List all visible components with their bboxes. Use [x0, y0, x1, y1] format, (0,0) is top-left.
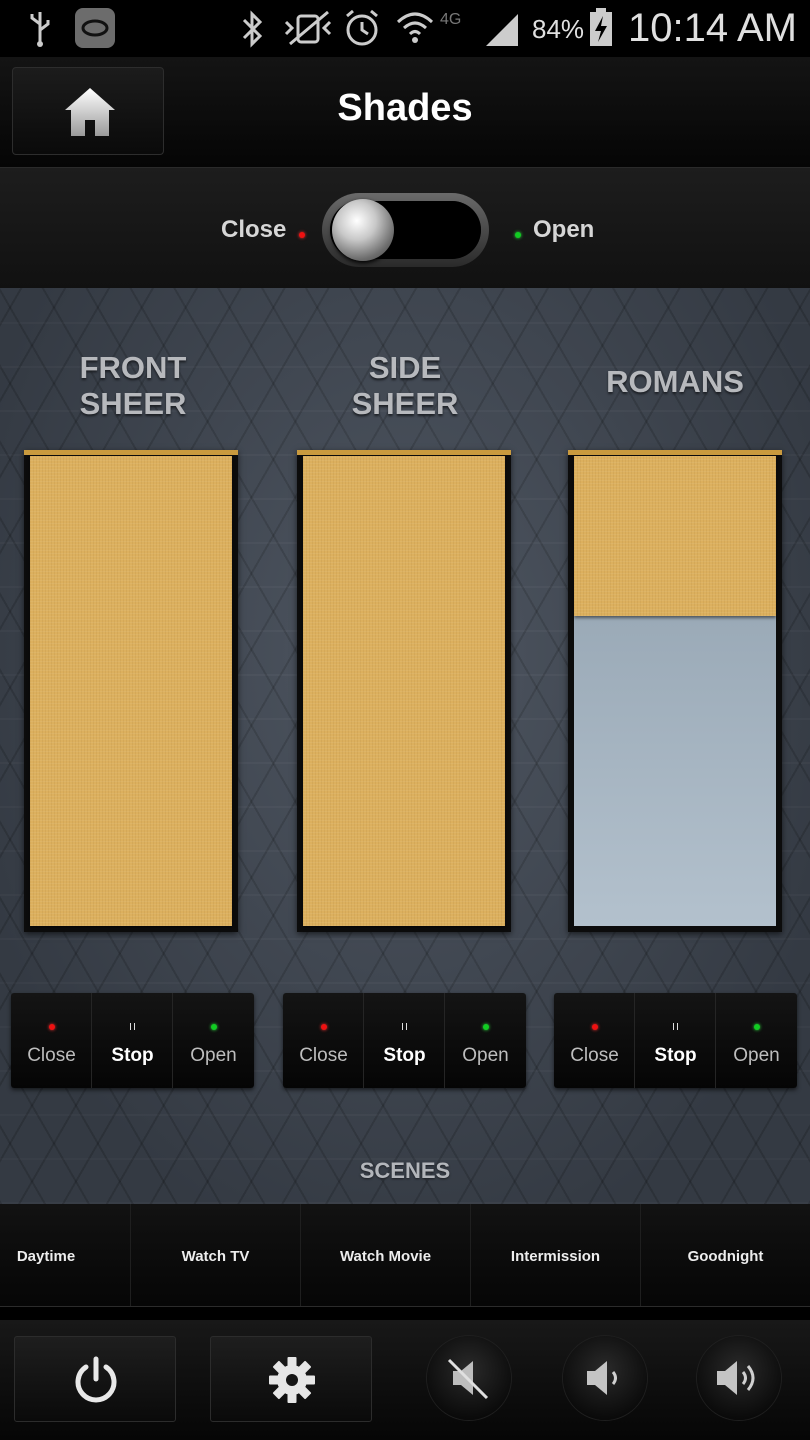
scene-button-watch-movie[interactable]: Watch Movie — [301, 1204, 471, 1306]
open-button[interactable]: Open — [716, 993, 797, 1088]
power-button[interactable] — [14, 1336, 176, 1422]
scenes-bar: Daytime Watch TV Watch Movie Intermissio… — [0, 1204, 810, 1307]
close-indicator — [591, 1024, 598, 1030]
home-icon — [65, 88, 115, 136]
shade-title-side-sheer: SIDE SHEER — [351, 350, 459, 421]
scene-button-daytime[interactable]: Daytime — [0, 1204, 131, 1306]
master-close-label: Close — [221, 216, 287, 243]
shade-title-front-sheer: FRONT SHEER — [79, 350, 187, 421]
settings-button[interactable] — [210, 1336, 372, 1422]
stop-label: Stop — [111, 1045, 154, 1066]
volume-up-button[interactable] — [697, 1336, 781, 1420]
stop-label: Stop — [383, 1045, 426, 1066]
scene-button-intermission[interactable]: Intermission — [471, 1204, 641, 1306]
close-indicator — [320, 1024, 327, 1030]
pause-icon — [130, 1023, 135, 1030]
usb-icon — [30, 12, 50, 47]
close-indicator — [48, 1024, 55, 1030]
scene-button-watch-tv[interactable]: Watch TV — [131, 1204, 301, 1306]
scene-label: Daytime — [16, 1248, 76, 1265]
open-label: Open — [733, 1045, 780, 1066]
shade-rail — [568, 450, 782, 455]
open-label: Open — [190, 1045, 237, 1066]
open-indicator — [482, 1024, 489, 1030]
pause-icon — [673, 1023, 678, 1030]
close-label: Close — [570, 1045, 619, 1066]
app-header: Shades — [0, 57, 810, 168]
status-bar: 4G 84% 10:14 AM — [0, 0, 810, 57]
shade-fabric[interactable] — [303, 456, 505, 926]
scene-button-goodnight[interactable]: Goodnight — [641, 1204, 810, 1306]
stop-button[interactable]: Stop — [364, 993, 445, 1088]
scene-label: Watch Movie — [339, 1248, 432, 1265]
open-indicator — [753, 1024, 760, 1030]
volume-down-button[interactable] — [563, 1336, 647, 1420]
master-open-close-toggle[interactable] — [322, 193, 489, 267]
toggle-knob[interactable] — [332, 199, 394, 261]
wifi-icon — [396, 12, 434, 43]
open-indicator — [210, 1024, 217, 1030]
shade-rail — [297, 450, 511, 455]
pause-icon — [402, 1023, 407, 1030]
volume-up-icon — [717, 1361, 755, 1395]
stop-label: Stop — [654, 1045, 697, 1066]
master-close-indicator — [299, 232, 305, 238]
stop-button[interactable]: Stop — [635, 993, 716, 1088]
shade-romans[interactable] — [568, 450, 782, 932]
mute-button[interactable] — [427, 1336, 511, 1420]
signal-4g-icon: 4G — [440, 11, 518, 46]
home-button[interactable] — [12, 67, 164, 155]
alarm-icon — [346, 9, 378, 46]
footer-bar — [0, 1320, 810, 1440]
close-button[interactable]: Close — [11, 993, 92, 1088]
battery-charging-icon — [590, 8, 612, 46]
bluetooth-icon — [242, 10, 263, 48]
master-open-indicator — [515, 232, 521, 238]
stop-button[interactable]: Stop — [92, 993, 173, 1088]
app-notification-icon — [75, 8, 115, 48]
shade-rail — [24, 450, 238, 455]
gear-icon — [269, 1357, 315, 1403]
svg-text:4G: 4G — [440, 11, 461, 28]
power-icon — [75, 1356, 117, 1403]
vibrate-mute-icon — [284, 10, 332, 46]
open-label: Open — [462, 1045, 509, 1066]
scenes-heading: SCENES — [359, 1158, 451, 1183]
scene-label: Intermission — [510, 1248, 601, 1265]
shade-fabric[interactable] — [574, 456, 776, 616]
mute-icon — [447, 1358, 489, 1400]
shade-controls-side-sheer: Close Stop Open — [283, 993, 526, 1088]
scene-label: Watch TV — [181, 1248, 250, 1265]
battery-percent: 84% — [532, 14, 585, 44]
master-open-label: Open — [533, 216, 595, 243]
clock: 10:14 AM — [628, 6, 798, 50]
close-button[interactable]: Close — [554, 993, 635, 1088]
shades-panel: FRONT SHEER SIDE SHEER ROMANS Close Stop… — [0, 288, 810, 1204]
close-label: Close — [299, 1045, 348, 1066]
open-button[interactable]: Open — [173, 993, 254, 1088]
shade-side-sheer[interactable] — [297, 450, 511, 932]
open-button[interactable]: Open — [445, 993, 526, 1088]
close-button[interactable]: Close — [283, 993, 364, 1088]
shade-fabric[interactable] — [30, 456, 232, 926]
shade-controls-romans: Close Stop Open — [554, 993, 797, 1088]
close-label: Close — [27, 1045, 76, 1066]
volume-down-icon — [587, 1361, 617, 1395]
scene-label: Goodnight — [687, 1248, 764, 1265]
shade-controls-front-sheer: Close Stop Open — [11, 993, 254, 1088]
shade-title-romans: ROMANS — [606, 364, 744, 399]
shade-front-sheer[interactable] — [24, 450, 238, 932]
